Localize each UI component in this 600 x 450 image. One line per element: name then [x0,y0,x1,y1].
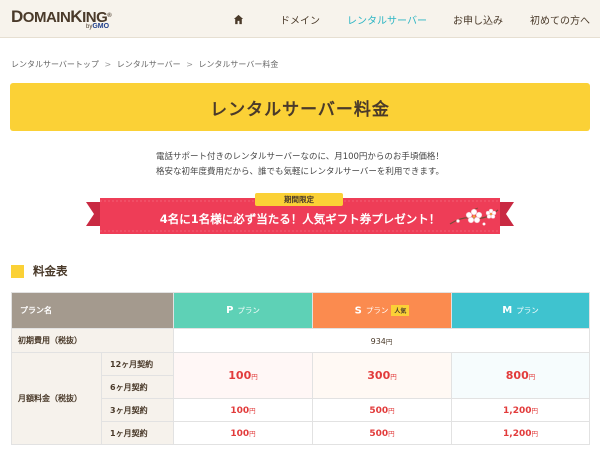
intro-line-2: 格安な初年度費用だから、誰でも気軽にレンタルサーバーを利用できます。 [155,167,445,177]
nav-apply[interactable]: お申し込み [446,0,510,38]
heading-marker-icon [11,264,24,278]
nav-rental-server[interactable]: レンタルサーバー [338,0,436,38]
nav-rental-server-label: レンタルサーバー [347,15,427,27]
p-plan-1-month-price: 100円 [173,421,313,445]
p-plan-3-month-price: 100円 [173,398,313,422]
popular-badge: 人気 [391,304,410,316]
plan-name-header: プラン名 [11,292,174,329]
breadcrumb: レンタルサーバートップ > レンタルサーバー > レンタルサーバー料金 [11,59,278,70]
m-plan-3-month-price: 1,200円 [451,398,590,422]
monthly-fee-label: 月額料金（税抜） [11,352,102,445]
nav-beginners[interactable]: 初めての方へ [524,0,596,38]
intro-line-1: 電話サポート付きのレンタルサーバーなのに、月100円からのお手頃価格！ [156,152,444,162]
nav-home[interactable] [218,0,258,38]
home-icon [233,14,243,24]
s-plan-long-term-price: 300円 [312,352,452,399]
section-title: 料金表 [33,264,68,278]
nav-apply-label: お申し込み [453,15,503,27]
nav-domain-label: ドメイン [280,15,320,27]
breadcrumb-item-top[interactable]: レンタルサーバートップ [11,60,99,69]
logo-by-gmo: byGMO [86,23,110,30]
breadcrumb-separator: > [186,60,193,69]
plan-p-header: P プラン [173,292,313,329]
p-plan-long-term-price: 100円 [173,352,313,399]
page-title: レンタルサーバー料金 [210,99,390,120]
m-plan-long-term-price: 800円 [451,352,590,399]
term-6-months: 6ヶ月契約 [101,375,174,399]
price-table-heading: 料金表 [11,263,68,279]
domainking-logo[interactable]: DOMAINKING® byGMO [11,8,112,33]
plan-m-header: M プラン [451,292,590,329]
nav-beginners-label: 初めての方へ [530,15,590,27]
s-plan-3-month-price: 500円 [312,398,452,422]
plum-blossom-icon [449,207,499,226]
page-title-band: レンタルサーバー料金 [10,83,590,131]
m-plan-1-month-price: 1,200円 [451,421,590,445]
site-header: DOMAINKING® byGMO ドメイン レンタルサーバー お申し込み 初め… [0,0,600,38]
breadcrumb-item-current: レンタルサーバー料金 [198,60,279,69]
breadcrumb-separator: > [104,60,112,69]
plan-s-header: S プラン 人気 [312,292,452,329]
initial-fee-label: 初期費用（税抜） [11,328,174,353]
initial-fee-value: 934円 [173,328,590,353]
nav-domain[interactable]: ドメイン [270,0,330,38]
s-plan-1-month-price: 500円 [312,421,452,445]
breadcrumb-item-rental-server[interactable]: レンタルサーバー [117,60,181,69]
campaign-banner[interactable]: 期間限定 4名に1名様に必ず当たる！人気ギフト券プレゼント！ [86,190,514,242]
limited-time-badge: 期間限定 [255,193,343,206]
term-3-months: 3ヶ月契約 [101,398,174,422]
term-1-month: 1ヶ月契約 [101,421,174,445]
intro-text: 電話サポート付きのレンタルサーバーなのに、月100円からのお手頃価格！ 格安な初… [0,150,600,180]
campaign-text: 4名に1名様に必ず当たる！人気ギフト券プレゼント！ [159,212,441,226]
price-table: プラン名 P プラン S プラン 人気 M プラン 初期費用（税抜） 934円 月額料金… [11,292,590,445]
term-12-months: 12ヶ月契約 [101,352,174,376]
